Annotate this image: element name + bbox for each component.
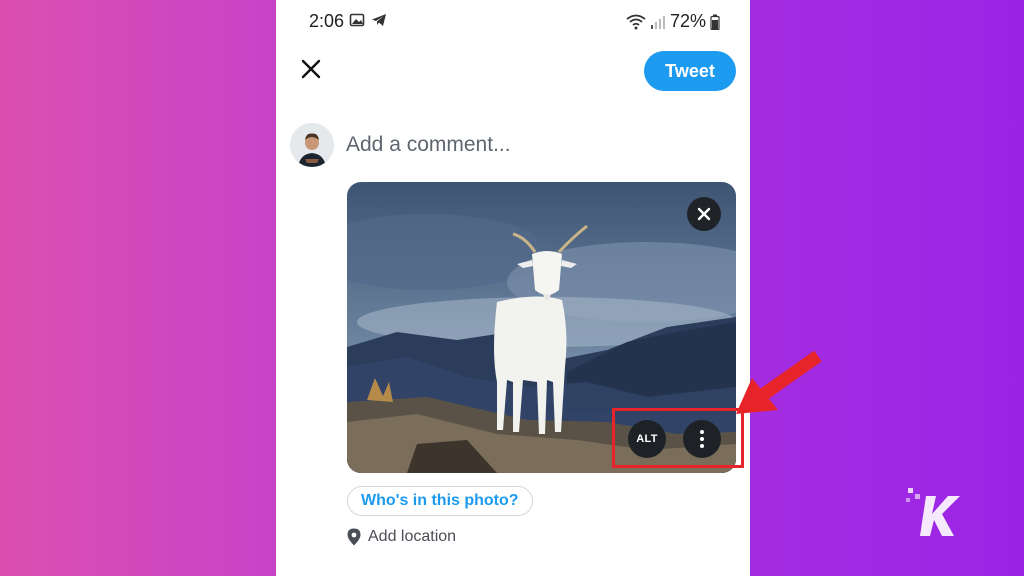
add-location-button[interactable]: Add location [347, 528, 456, 546]
close-composer-button[interactable] [296, 54, 326, 84]
battery-icon [710, 14, 720, 30]
comment-input[interactable] [346, 129, 726, 161]
close-icon [697, 207, 711, 221]
tag-people-button[interactable]: Who's in this photo? [347, 486, 533, 516]
signal-icon [650, 15, 665, 29]
location-pin-icon [347, 528, 361, 546]
phone-screen: 2:06 72% Tweet Add a comment... ALT Who'… [276, 0, 750, 576]
remove-photo-button[interactable] [687, 197, 721, 231]
location-label: Add location [368, 528, 457, 545]
status-notification-icons [349, 12, 387, 28]
avatar[interactable] [290, 123, 334, 167]
wifi-icon [626, 14, 646, 29]
telegram-icon [372, 14, 386, 26]
image-icon [349, 13, 365, 27]
pointer-arrow [736, 350, 822, 414]
status-system-icons: 72% [626, 11, 720, 32]
brand-logo [906, 488, 960, 536]
close-icon [301, 59, 321, 79]
status-time: 2:06 [309, 11, 345, 31]
highlight-box [612, 408, 744, 468]
tweet-button[interactable]: Tweet [644, 51, 736, 91]
status-bar: 2:06 72% [276, 0, 750, 42]
battery-percent: 72% [669, 11, 706, 31]
